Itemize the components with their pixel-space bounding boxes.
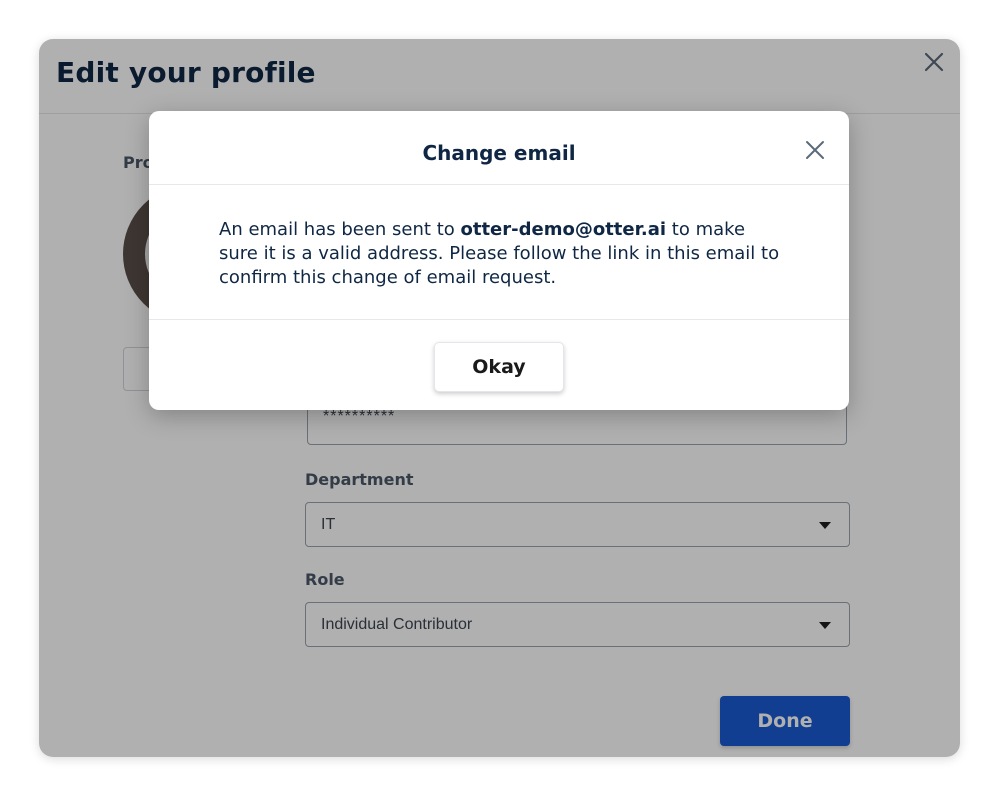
okay-button[interactable]: Okay [434,342,564,392]
message-prefix: An email has been sent to [219,219,461,240]
dialog-message: An email has been sent to otter-demo@ott… [219,218,789,290]
change-email-dialog: Change email An email has been sent to o… [149,111,849,410]
dialog-header: Change email [149,111,849,185]
email-address: otter-demo@otter.ai [460,219,667,240]
close-icon[interactable] [805,140,825,160]
dialog-footer: Okay [149,319,849,410]
dialog-title: Change email [422,141,576,165]
